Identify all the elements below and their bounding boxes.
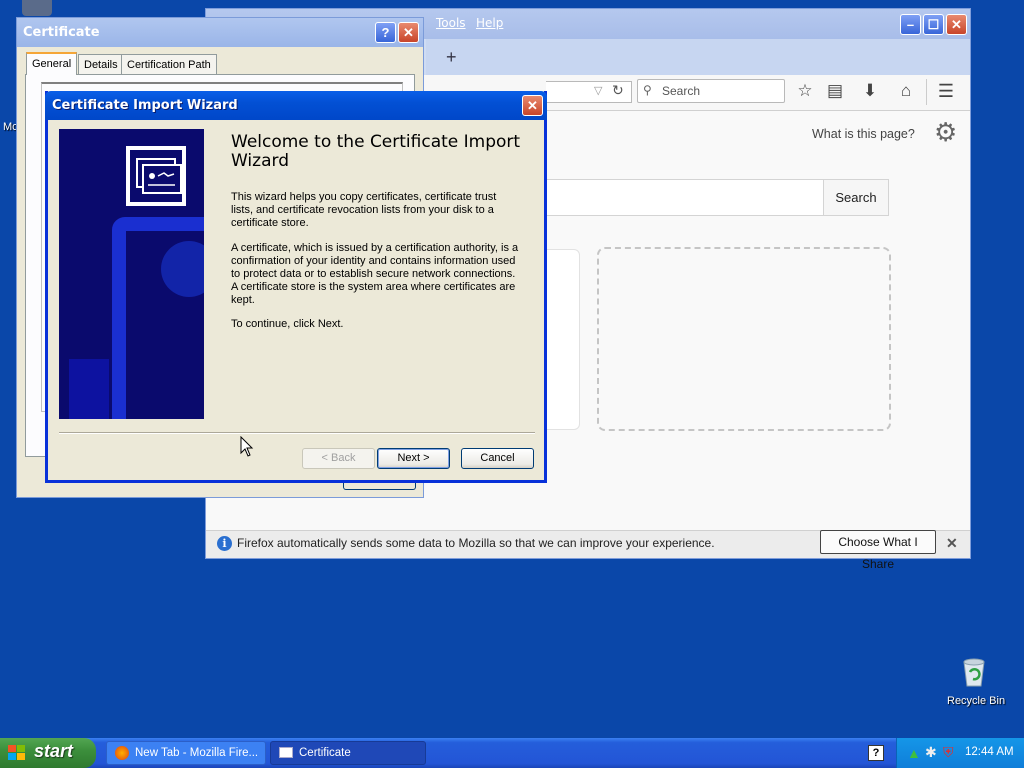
notification-text: Firefox automatically sends some data to… [237,536,715,550]
wizard-paragraph-2: A certificate, which is issued by a cert… [231,242,519,306]
recycle-bin-icon[interactable] [958,656,990,688]
cancel-button[interactable]: Cancel [461,448,534,469]
web-search-button[interactable]: Search [823,179,889,216]
bookmark-star-icon[interactable]: ☆ [793,81,817,101]
what-is-this-page-link[interactable]: What is this page? [812,127,915,141]
menu-tools[interactable]: Tools [436,16,466,30]
url-bar[interactable]: ▽ ↻ [546,81,632,103]
reading-list-icon[interactable]: ▤ [823,81,847,101]
taskbar-item-certificate[interactable]: Certificate [270,741,426,765]
minimize-button[interactable]: – [900,14,921,35]
close-button[interactable]: ✕ [946,14,967,35]
security-alert-icon[interactable]: ✱ [925,744,937,761]
shield-icon[interactable]: ⛨ [943,744,954,761]
help-tray-icon[interactable]: ? [868,745,884,761]
start-label[interactable]: start [34,741,73,761]
info-icon: i [217,536,232,551]
wizard-title: Certificate Import Wizard [52,98,238,113]
start-button[interactable]: start [0,738,96,768]
tab-details[interactable]: Details [78,54,124,74]
system-tray: ▲ ✱ ⛨ 12:44 AM [896,738,1024,768]
taskbar-item-label: Certificate [299,747,351,759]
close-button[interactable]: ✕ [522,95,543,116]
wizard-paragraph-3: To continue, click Next. [231,318,344,330]
desktop-icon-partial[interactable] [22,0,52,16]
maximize-button[interactable]: ☐ [923,14,944,35]
clock[interactable]: 12:44 AM [965,746,1014,758]
site-tile[interactable] [546,249,580,430]
dropdown-arrow-icon[interactable]: ▽ [594,84,602,97]
network-icon[interactable]: ▲ [907,745,921,761]
certificate-title: Certificate [23,25,100,40]
wizard-banner-image [59,129,204,419]
windows-logo-icon [8,745,25,760]
recycle-bin-label[interactable]: Recycle Bin [947,695,1005,707]
reload-icon[interactable]: ↻ [612,82,624,99]
tab-certification-path[interactable]: Certification Path [121,54,217,74]
mouse-cursor-icon [240,436,254,457]
choose-what-i-share-button[interactable]: Choose What I Share [820,530,936,571]
close-icon[interactable]: ✕ [946,535,958,552]
menu-help[interactable]: Help [476,16,503,30]
wizard-heading: Welcome to the Certificate Import Wizard [231,132,521,171]
empty-site-tile[interactable] [597,247,891,431]
tab-strip [426,39,970,75]
next-button[interactable]: Next > [377,448,450,469]
search-input[interactable]: Search [637,79,785,103]
back-button[interactable]: < Back [302,448,375,469]
new-tab-icon[interactable]: + [446,47,457,68]
wizard-banner-graphic [59,129,204,419]
firefox-icon [115,746,129,760]
help-button[interactable]: ? [375,22,396,43]
gear-icon[interactable]: ⚙ [934,117,957,148]
downloads-icon[interactable]: ⬇ [858,81,882,101]
taskbar-item-label: New Tab - Mozilla Fire... [135,747,259,759]
close-button[interactable]: ✕ [398,22,419,43]
web-search-input[interactable] [546,179,824,216]
wizard-separator [59,432,535,434]
toolbar-divider [926,79,927,105]
certificate-icon [279,747,293,758]
tab-general[interactable]: General [26,52,78,75]
certificate-import-wizard: Certificate Import Wizard ✕ Welcome to t… [45,91,547,483]
wizard-paragraph-1: This wizard helps you copy certificates,… [231,191,497,229]
taskbar-item-firefox[interactable]: New Tab - Mozilla Fire... [106,741,266,765]
home-icon[interactable]: ⌂ [894,81,918,101]
search-icon: ⚲ [643,83,652,97]
menu-hamburger-icon[interactable]: ☰ [934,81,958,102]
